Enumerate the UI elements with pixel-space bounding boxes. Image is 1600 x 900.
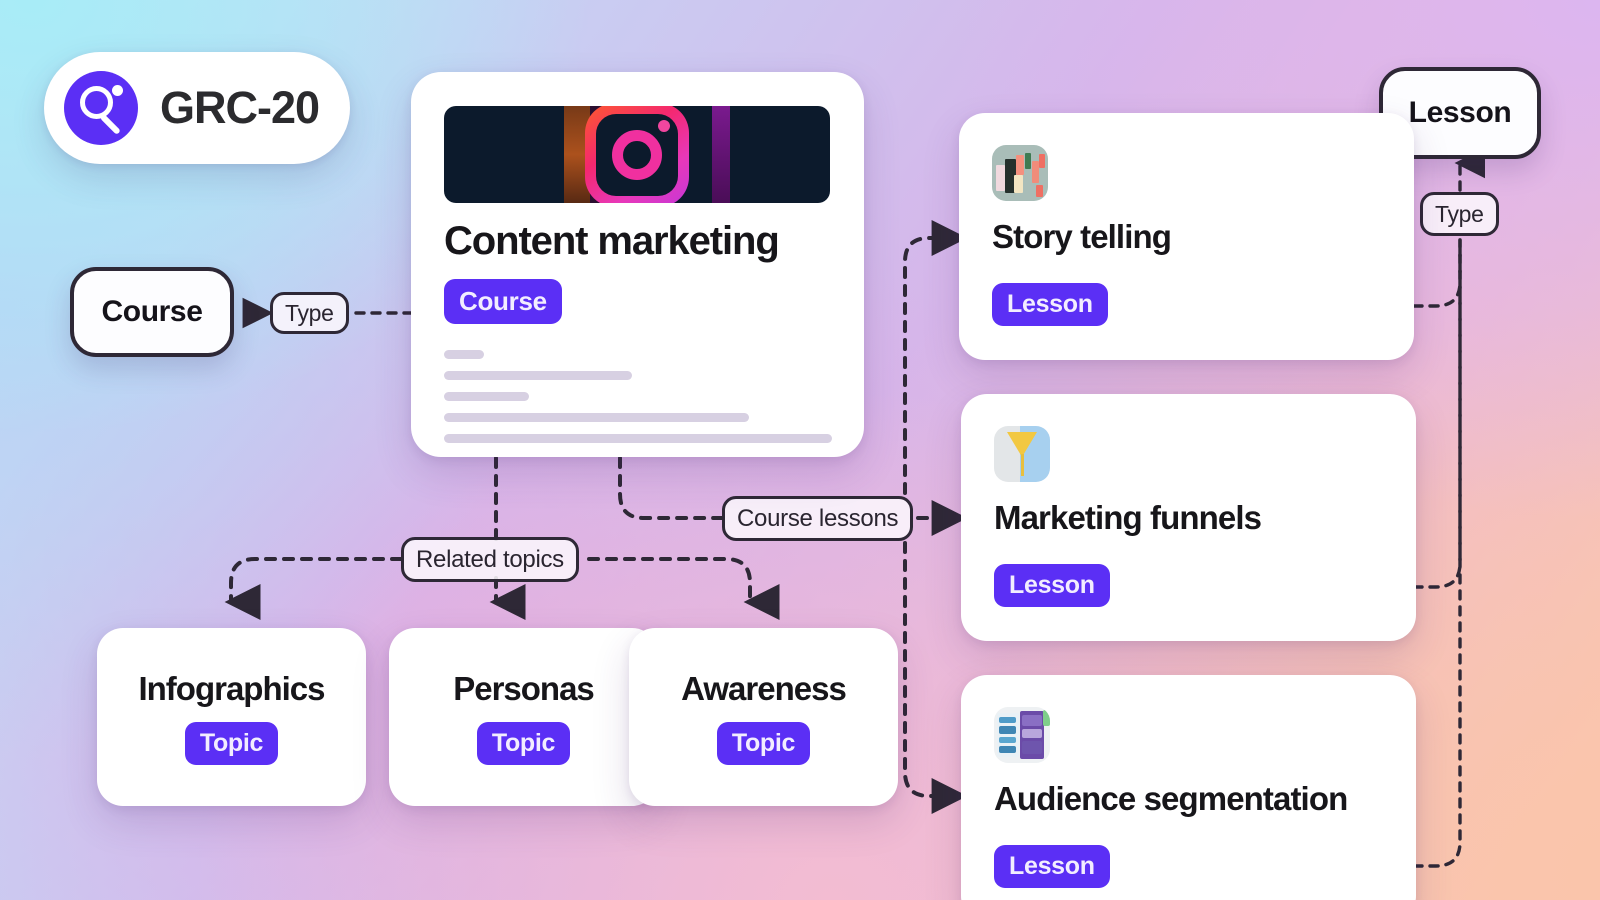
topic-title: Infographics <box>138 669 325 707</box>
edge-courselessons-to-story-telling <box>903 220 968 495</box>
lesson-badge[interactable]: Lesson <box>994 564 1110 607</box>
edge-label-course-lessons[interactable]: Course lessons <box>722 496 914 541</box>
grc20-logo-icon <box>64 71 138 145</box>
lesson-badge[interactable]: Lesson <box>994 845 1110 888</box>
skeleton-line <box>444 371 632 380</box>
lesson-title: Story telling <box>992 218 1172 255</box>
course-card-badge[interactable]: Course <box>444 279 562 324</box>
topic-title: Personas <box>453 669 595 707</box>
edge-main-to-course-lessons <box>618 456 724 520</box>
topic-card-personas[interactable]: Personas Topic <box>389 628 658 806</box>
lesson-title: Marketing funnels <box>994 499 1262 536</box>
instagram-logo-icon <box>444 106 830 203</box>
lesson-title: Audience segmentation <box>994 780 1348 817</box>
lesson-badge[interactable]: Lesson <box>992 283 1108 326</box>
course-card-title: Content marketing <box>444 219 780 263</box>
skeleton-line <box>444 434 832 443</box>
skeleton-line <box>444 350 484 359</box>
lesson-card-audience-segmentation[interactable]: Audience segmentation Lesson <box>961 675 1416 900</box>
brand-badge: GRC-20 <box>44 52 350 164</box>
topic-badge[interactable]: Topic <box>476 721 571 765</box>
skeleton-line <box>444 413 749 422</box>
lesson-card-marketing-funnels[interactable]: Marketing funnels Lesson <box>961 394 1416 641</box>
type-node-course[interactable]: Course <box>70 267 234 357</box>
brand-name: GRC-20 <box>160 82 320 133</box>
type-node-course-label: Course <box>101 295 203 328</box>
lesson-card-story-telling[interactable]: Story telling Lesson <box>959 113 1414 360</box>
edge-label-related-topics[interactable]: Related topics <box>401 537 579 582</box>
edge-label-type-lesson[interactable]: Type <box>1420 192 1499 236</box>
edge-label-type-course[interactable]: Type <box>270 292 349 334</box>
marketing-funnel-thumbnail <box>994 426 1050 482</box>
topic-card-awareness[interactable]: Awareness Topic <box>629 628 898 806</box>
topic-card-infographics[interactable]: Infographics Topic <box>97 628 366 806</box>
audience-segmentation-thumbnail <box>994 707 1050 763</box>
type-node-lesson-label: Lesson <box>1408 96 1512 129</box>
course-card[interactable]: Content marketing Course <box>411 72 864 457</box>
graph-canvas: GRC-20 Course Lesson Type Type Related t… <box>0 0 1600 900</box>
topic-badge[interactable]: Topic <box>184 721 279 765</box>
topic-badge[interactable]: Topic <box>716 721 811 765</box>
edge-related-to-awareness <box>587 557 780 620</box>
edge-courselessons-to-audience-segmentation <box>903 541 968 814</box>
topic-title: Awareness <box>681 669 847 707</box>
story-telling-thumbnail <box>992 145 1048 201</box>
skeleton-line <box>444 392 529 401</box>
edge-related-to-infographics <box>224 557 403 620</box>
